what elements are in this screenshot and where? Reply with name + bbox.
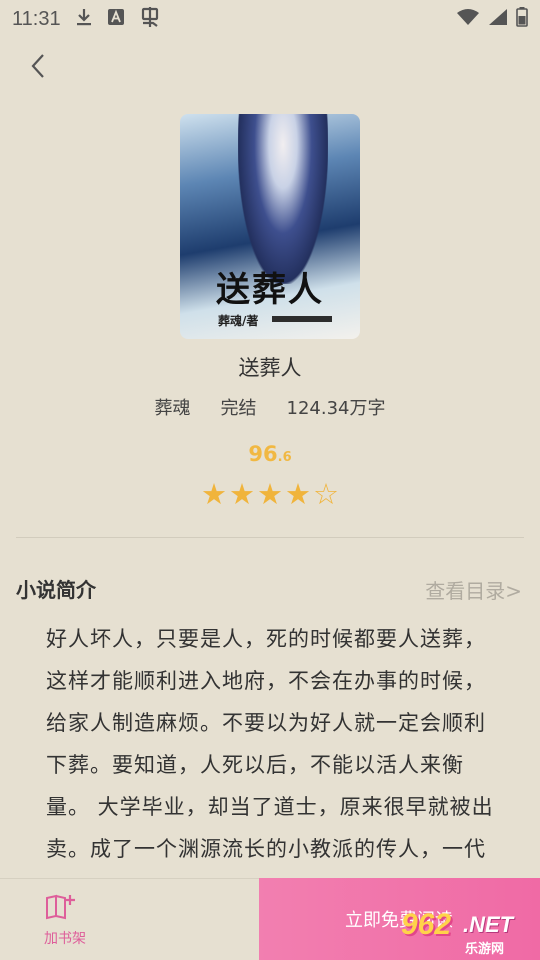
status-time: 11:31 — [12, 7, 61, 30]
bug-icon — [139, 6, 163, 33]
view-catalog-link[interactable]: 查看目录> — [425, 575, 522, 604]
add-to-shelf-button[interactable]: 加书架 — [0, 878, 259, 960]
status-left: 11:31 — [12, 6, 163, 33]
star-filled-icon: ★ — [201, 477, 227, 511]
book-cover[interactable]: 送葬人 葬魂/著 — [180, 114, 360, 339]
star-filled-icon: ★ — [285, 477, 311, 511]
section-title-intro: 小说简介 — [16, 578, 96, 602]
download-icon — [75, 7, 93, 32]
cover-title: 送葬人 — [216, 270, 324, 310]
cover-illustration — [238, 114, 328, 284]
watermark-number: 962 — [401, 908, 452, 941]
signal-icon — [488, 7, 508, 31]
divider — [16, 537, 524, 538]
book-title: 送葬人 — [238, 356, 302, 380]
book-meta: 葬魂 完结 124.34万字 — [0, 394, 540, 420]
star-filled-icon: ★ — [229, 477, 255, 511]
watermark-sub: 乐游网 — [465, 941, 505, 956]
book-intro-text: 好人坏人，只要是人，死的时候都要人送葬，这样才能顺利进入地府，不会在办事的时候，… — [46, 627, 494, 861]
read-free-button[interactable]: 立即免费阅读 962 .NET 乐游网 — [259, 878, 540, 960]
score-integer: 96 — [248, 442, 278, 466]
status-right — [456, 6, 528, 32]
cover-tagline — [272, 316, 332, 322]
battery-icon — [516, 6, 528, 32]
wifi-icon — [456, 7, 480, 31]
bottom-action-bar: 加书架 立即免费阅读 962 .NET 乐游网 — [0, 878, 540, 960]
cover-author: 葬魂/著 — [218, 314, 259, 328]
back-button[interactable] — [22, 52, 54, 84]
book-status: 完结 — [220, 398, 257, 419]
site-watermark-logo: 962 .NET 乐游网 — [401, 908, 533, 956]
star-filled-icon: ★ — [257, 477, 283, 511]
add-shelf-label: 加书架 — [44, 930, 86, 947]
chevron-left-icon — [30, 53, 46, 83]
star-empty-icon: ☆ — [313, 477, 339, 511]
book-author: 葬魂 — [154, 398, 191, 419]
watermark-net: .NET — [463, 912, 514, 937]
app-notification-icon — [107, 7, 125, 31]
book-word-count: 124.34万字 — [286, 398, 386, 419]
rating-stars: ★ ★ ★ ★ ☆ — [0, 480, 540, 509]
score-decimal: .6 — [277, 450, 292, 465]
status-bar: 11:31 — [0, 0, 540, 38]
bookshelf-add-icon — [44, 892, 78, 924]
rating-score: 96.6 — [0, 442, 540, 466]
